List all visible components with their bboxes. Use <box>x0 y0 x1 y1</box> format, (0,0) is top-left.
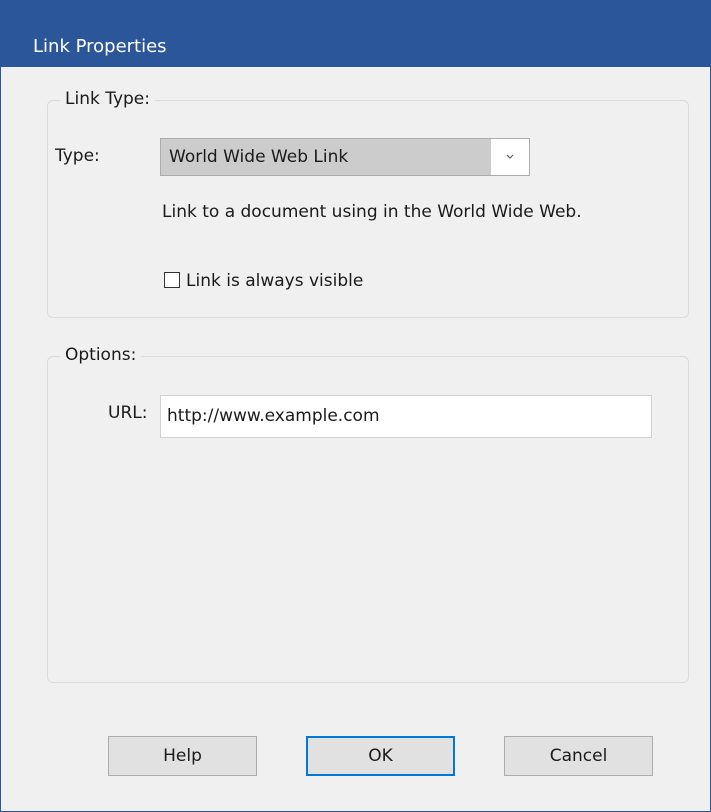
ok-button[interactable]: OK <box>306 736 455 776</box>
link-properties-dialog: Link Properties Link Type: Type: World W… <box>0 0 711 812</box>
type-label: Type: <box>55 146 100 166</box>
url-input[interactable]: http://www.example.com <box>160 395 652 438</box>
help-button[interactable]: Help <box>108 736 257 776</box>
type-dropdown-value: World Wide Web Link <box>161 139 491 175</box>
dialog-title: Link Properties <box>33 36 167 57</box>
options-group-title: Options: <box>60 345 142 365</box>
url-label: URL: <box>108 403 148 423</box>
link-type-group-title: Link Type: <box>60 89 155 109</box>
chevron-down-icon[interactable] <box>491 139 529 175</box>
type-description: Link to a document using in the World Wi… <box>162 202 582 222</box>
always-visible-checkbox[interactable] <box>164 272 180 288</box>
title-bar[interactable]: Link Properties <box>1 1 710 67</box>
type-dropdown[interactable]: World Wide Web Link <box>160 138 530 176</box>
cancel-button[interactable]: Cancel <box>504 736 653 776</box>
always-visible-label[interactable]: Link is always visible <box>186 271 363 291</box>
